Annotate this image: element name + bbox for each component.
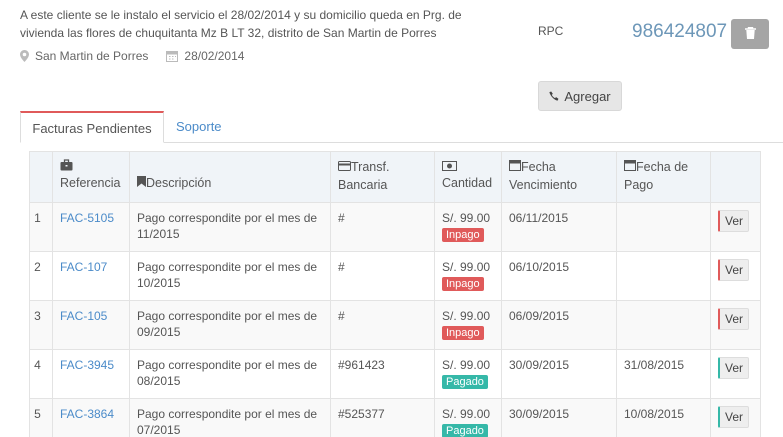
phone-icon: [549, 91, 560, 102]
invoice-due-date: 06/09/2015: [501, 300, 617, 350]
invoice-amount: S/. 99.00: [442, 407, 491, 421]
status-badge: Inpago: [442, 277, 484, 291]
header-pago: Fecha de Pago: [616, 151, 711, 203]
header-referencia: Referencia: [52, 151, 130, 203]
trash-icon: [744, 26, 756, 42]
client-date: 28/02/2014: [184, 49, 245, 63]
header-index: [29, 151, 53, 203]
invoice-paid-date: 10/08/2015: [616, 398, 711, 437]
invoice-paid-date: [616, 251, 711, 301]
invoice-paid-date: [616, 202, 711, 252]
money-icon: [442, 158, 494, 174]
header-actions: [710, 151, 761, 203]
row-index: 5: [29, 398, 53, 437]
tab-bar: Facturas Pendientes Soporte: [20, 111, 783, 143]
table-row: 4 FAC-3945 Pago correspondite por el mes…: [29, 349, 761, 399]
table-row: 3 FAC-105 Pago correspondite por el mes …: [29, 300, 761, 350]
client-location: San Martin de Porres: [35, 49, 149, 63]
view-invoice-button[interactable]: Ver: [718, 259, 750, 281]
row-index: 3: [29, 300, 53, 350]
tab-facturas-pendientes[interactable]: Facturas Pendientes: [20, 111, 164, 143]
delete-phone-button[interactable]: [731, 19, 769, 49]
invoice-transfer: #: [330, 251, 435, 301]
status-badge: Inpago: [442, 228, 484, 242]
invoice-due-date: 06/10/2015: [501, 251, 617, 301]
phone-number: 986424807: [632, 21, 728, 42]
invoice-amount: S/. 99.00: [442, 260, 491, 274]
row-index: 1: [29, 202, 53, 252]
invoice-reference-link[interactable]: FAC-107: [60, 260, 107, 274]
invoice-transfer: #525377: [330, 398, 435, 437]
table-row: 2 FAC-107 Pago correspondite por el mes …: [29, 251, 761, 301]
bookmark-icon: [137, 176, 146, 190]
tab-soporte[interactable]: Soporte: [164, 111, 234, 143]
add-phone-button[interactable]: Agregar: [538, 81, 622, 111]
invoice-amount-cell: S/. 99.00 Pagado: [434, 349, 502, 399]
header-transf: Transf. Bancaria: [330, 151, 435, 203]
status-badge: Inpago: [442, 326, 484, 340]
header-descripcion: Descripción: [129, 151, 331, 203]
invoice-amount: S/. 99.00: [442, 309, 491, 323]
status-badge: Pagado: [442, 375, 488, 389]
invoice-reference-link[interactable]: FAC-105: [60, 309, 107, 323]
calendar-icon: [166, 50, 179, 62]
status-badge: Pagado: [442, 424, 488, 437]
invoice-due-date: 06/11/2015: [501, 202, 617, 252]
invoice-amount-cell: S/. 99.00 Inpago: [434, 202, 502, 252]
map-marker-icon: [20, 50, 29, 62]
table-row: 5 FAC-3864 Pago correspondite por el mes…: [29, 398, 761, 437]
invoice-due-date: 30/09/2015: [501, 349, 617, 399]
invoice-description: Pago correspondite por el mes de 09/2015: [129, 300, 331, 350]
invoices-table: Referencia Descripción Transf. Bancaria …: [29, 151, 761, 437]
header-cantidad-label: Cantidad: [442, 176, 493, 190]
invoice-amount: S/. 99.00: [442, 358, 491, 372]
invoice-amount-cell: S/. 99.00 Inpago: [434, 251, 502, 301]
briefcase-icon: [60, 158, 122, 174]
invoice-transfer: #: [330, 300, 435, 350]
invoice-due-date: 30/09/2015: [501, 398, 617, 437]
calendar-icon: [624, 160, 636, 174]
view-invoice-button[interactable]: Ver: [718, 357, 750, 379]
header-cantidad: Cantidad: [434, 151, 502, 203]
credit-card-icon: [338, 160, 351, 174]
invoice-description: Pago correspondite por el mes de 07/2015: [129, 398, 331, 437]
table-row: 1 FAC-5105 Pago correspondite por el mes…: [29, 202, 761, 252]
invoice-amount: S/. 99.00: [442, 211, 491, 225]
invoice-amount-cell: S/. 99.00 Pagado: [434, 398, 502, 437]
view-invoice-button[interactable]: Ver: [718, 210, 750, 232]
invoice-description: Pago correspondite por el mes de 10/2015: [129, 251, 331, 301]
header-descripcion-label: Descripción: [146, 176, 212, 190]
invoice-paid-date: 31/08/2015: [616, 349, 711, 399]
invoice-transfer: #961423: [330, 349, 435, 399]
invoice-transfer: #: [330, 202, 435, 252]
client-meta: San Martin de Porres 28/02/2014: [20, 49, 244, 63]
invoice-paid-date: [616, 300, 711, 350]
calendar-icon: [509, 160, 521, 174]
invoice-reference-link[interactable]: FAC-5105: [60, 211, 114, 225]
view-invoice-button[interactable]: Ver: [718, 406, 750, 428]
table-header-row: Referencia Descripción Transf. Bancaria …: [29, 151, 761, 203]
invoice-reference-link[interactable]: FAC-3864: [60, 407, 114, 421]
invoice-amount-cell: S/. 99.00 Inpago: [434, 300, 502, 350]
invoice-description: Pago correspondite por el mes de 08/2015: [129, 349, 331, 399]
view-invoice-button[interactable]: Ver: [718, 308, 750, 330]
row-index: 4: [29, 349, 53, 399]
row-index: 2: [29, 251, 53, 301]
client-description: A este cliente se le instalo el servicio…: [20, 8, 462, 40]
rpc-label: RPC: [538, 24, 564, 38]
add-phone-label: Agregar: [564, 88, 611, 104]
header-vencimiento: Fecha Vencimiento: [501, 151, 617, 203]
header-referencia-label: Referencia: [60, 176, 121, 190]
invoice-description: Pago correspondite por el mes de 11/2015: [129, 202, 331, 252]
invoice-reference-link[interactable]: FAC-3945: [60, 358, 114, 372]
